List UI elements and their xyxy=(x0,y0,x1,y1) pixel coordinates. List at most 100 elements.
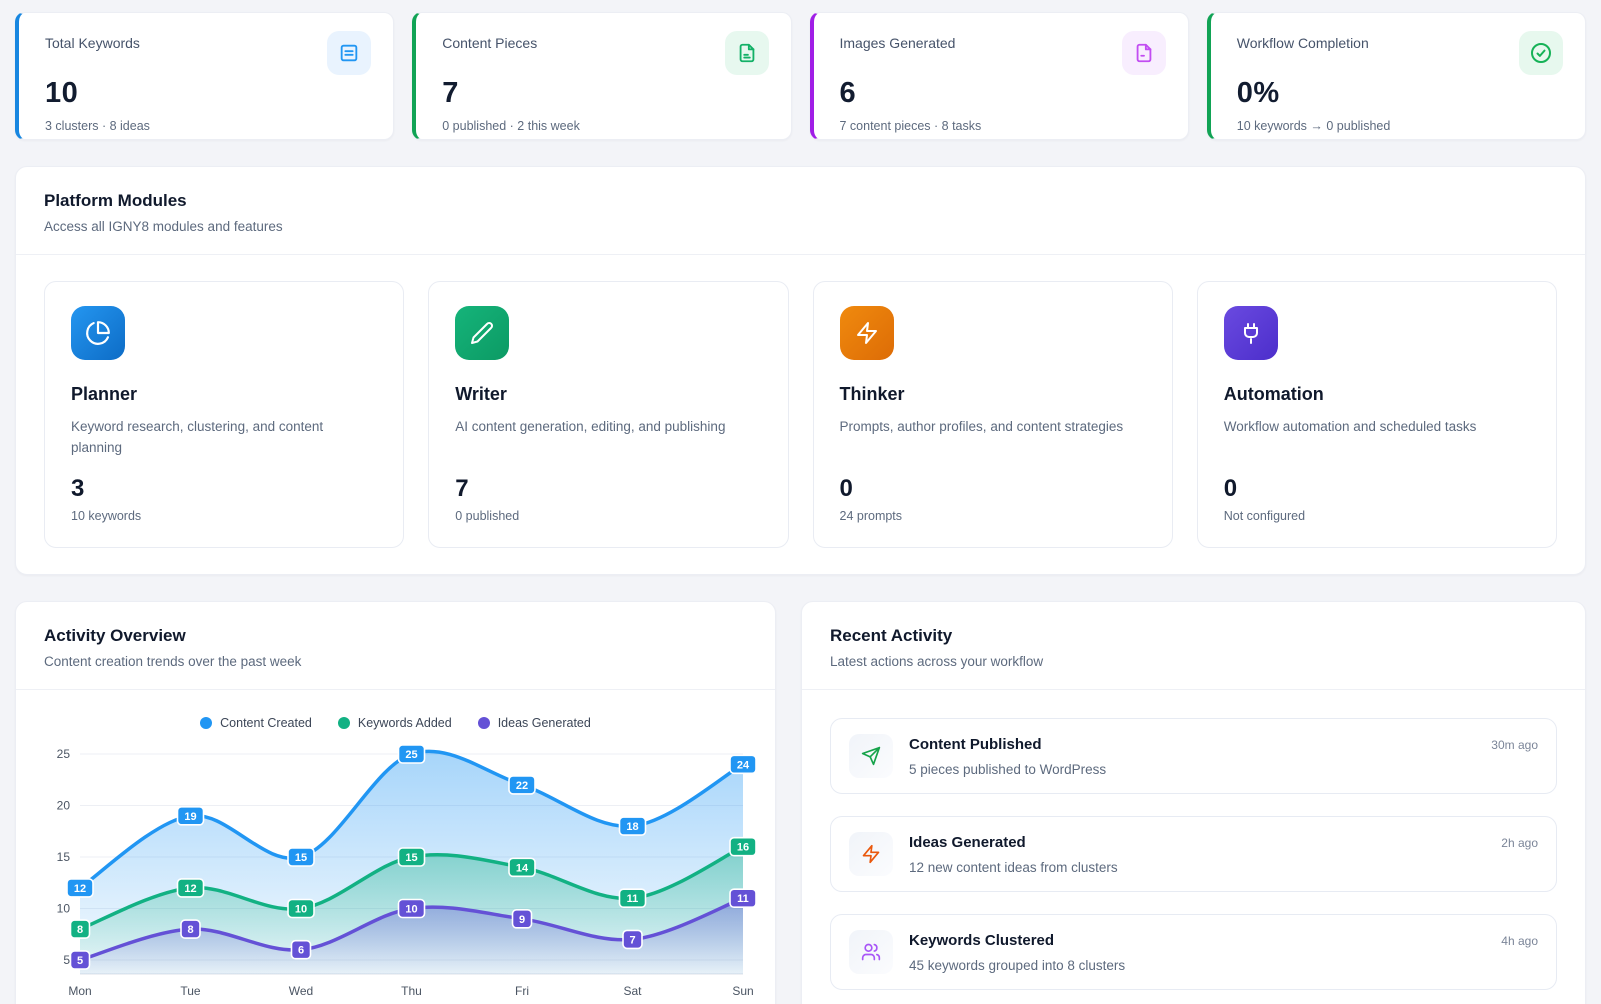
svg-text:Tue: Tue xyxy=(180,984,201,998)
stat-label: Total Keywords xyxy=(45,31,140,51)
activity-item-ideas-generated[interactable]: Ideas Generated 12 new content ideas fro… xyxy=(830,816,1557,892)
activity-item-keywords-clustered[interactable]: Keywords Clustered 45 keywords grouped i… xyxy=(830,914,1557,990)
section-subtitle: Content creation trends over the past we… xyxy=(44,654,747,669)
module-description: Keyword research, clustering, and conten… xyxy=(71,417,377,459)
module-card-writer[interactable]: Writer AI content generation, editing, a… xyxy=(428,281,788,548)
module-description: Prompts, author profiles, and content st… xyxy=(840,417,1146,459)
send-icon xyxy=(849,734,893,778)
module-description: Workflow automation and scheduled tasks xyxy=(1224,417,1530,459)
svg-text:10: 10 xyxy=(295,904,307,916)
svg-text:8: 8 xyxy=(187,924,193,936)
svg-text:5: 5 xyxy=(63,953,70,967)
activity-list: Content Published 5 pieces published to … xyxy=(802,690,1585,1004)
legend-item[interactable]: Content Created xyxy=(200,716,312,730)
list-icon xyxy=(327,31,371,75)
platform-modules-header: Platform Modules Access all IGNY8 module… xyxy=(16,167,1585,255)
module-description: AI content generation, editing, and publ… xyxy=(455,417,761,459)
legend-item[interactable]: Ideas Generated xyxy=(478,716,591,730)
stat-card-workflow-completion: Workflow Completion 0% 10 keywords → 0 p… xyxy=(1207,12,1586,140)
svg-text:12: 12 xyxy=(74,883,86,895)
dashboard-page: Total Keywords 10 3 clusters · 8 ideas C… xyxy=(0,0,1601,1004)
activity-title: Content Published xyxy=(909,736,1475,753)
activity-title: Ideas Generated xyxy=(909,834,1485,851)
svg-text:Sun: Sun xyxy=(732,984,753,998)
svg-text:25: 25 xyxy=(405,749,417,761)
module-subtext: 10 keywords xyxy=(71,509,377,523)
activity-description: 12 new content ideas from clusters xyxy=(909,860,1485,875)
module-name: Thinker xyxy=(840,384,1146,405)
stat-value: 10 xyxy=(45,77,371,110)
chart-legend: Content Created Keywords Added Ideas Gener… xyxy=(40,708,751,742)
stat-subtext: 10 keywords → 0 published xyxy=(1237,119,1563,133)
activity-overview-header: Activity Overview Content creation trend… xyxy=(16,602,775,690)
legend-item[interactable]: Keywords Added xyxy=(338,716,452,730)
module-subtext: Not configured xyxy=(1224,509,1530,523)
svg-text:15: 15 xyxy=(295,852,307,864)
recent-activity-section: Recent Activity Latest actions across yo… xyxy=(801,601,1586,1004)
section-title: Recent Activity xyxy=(830,626,1557,646)
module-card-planner[interactable]: Planner Keyword research, clustering, an… xyxy=(44,281,404,548)
lightning-icon xyxy=(849,832,893,876)
stat-subtext: 0 published · 2 this week xyxy=(442,119,768,133)
stat-value: 7 xyxy=(442,77,768,110)
section-subtitle: Access all IGNY8 modules and features xyxy=(44,219,1557,234)
stat-card-total-keywords: Total Keywords 10 3 clusters · 8 ideas xyxy=(15,12,394,140)
svg-text:11: 11 xyxy=(627,893,639,905)
activity-description: 5 pieces published to WordPress xyxy=(909,762,1475,777)
chart-body: Content Created Keywords Added Ideas Gener… xyxy=(16,690,775,1004)
module-card-automation[interactable]: Automation Workflow automation and sched… xyxy=(1197,281,1557,548)
stat-subtext: 3 clusters · 8 ideas xyxy=(45,119,371,133)
module-card-thinker[interactable]: Thinker Prompts, author profiles, and co… xyxy=(813,281,1173,548)
stat-card-content-pieces: Content Pieces 7 0 published · 2 this we… xyxy=(412,12,791,140)
activity-item-content-published[interactable]: Content Published 5 pieces published to … xyxy=(830,718,1557,794)
file-text-icon xyxy=(725,31,769,75)
svg-text:11: 11 xyxy=(737,893,749,905)
svg-text:10: 10 xyxy=(57,902,71,916)
legend-label: Keywords Added xyxy=(358,716,452,730)
file-icon xyxy=(1122,31,1166,75)
legend-dot xyxy=(200,717,212,729)
svg-text:8: 8 xyxy=(77,924,83,936)
svg-text:22: 22 xyxy=(516,780,528,792)
stat-subtext: 7 content pieces · 8 tasks xyxy=(840,119,1166,133)
activity-timestamp: 30m ago xyxy=(1491,734,1538,752)
legend-label: Content Created xyxy=(220,716,312,730)
plug-icon xyxy=(1224,306,1278,360)
module-value: 7 xyxy=(455,475,761,503)
bottom-row: Activity Overview Content creation trend… xyxy=(15,575,1586,1004)
legend-dot xyxy=(478,717,490,729)
svg-text:Mon: Mon xyxy=(68,984,91,998)
pie-chart-icon xyxy=(71,306,125,360)
legend-dot xyxy=(338,717,350,729)
activity-description: 45 keywords grouped into 8 clusters xyxy=(909,958,1485,973)
section-subtitle: Latest actions across your workflow xyxy=(830,654,1557,669)
activity-timestamp: 4h ago xyxy=(1501,930,1538,948)
svg-text:20: 20 xyxy=(57,799,71,813)
svg-text:12: 12 xyxy=(184,883,196,895)
stat-value: 0% xyxy=(1237,77,1563,110)
pencil-icon xyxy=(455,306,509,360)
stat-label: Workflow Completion xyxy=(1237,31,1369,51)
svg-text:14: 14 xyxy=(516,862,529,874)
svg-text:Fri: Fri xyxy=(515,984,529,998)
legend-label: Ideas Generated xyxy=(498,716,591,730)
module-value: 0 xyxy=(1224,475,1530,503)
module-subtext: 24 prompts xyxy=(840,509,1146,523)
svg-text:25: 25 xyxy=(57,747,71,761)
svg-text:Wed: Wed xyxy=(289,984,313,998)
svg-text:24: 24 xyxy=(737,759,750,771)
svg-text:10: 10 xyxy=(405,904,417,916)
stat-value: 6 xyxy=(840,77,1166,110)
svg-text:16: 16 xyxy=(737,842,749,854)
svg-text:5: 5 xyxy=(77,955,83,967)
lightning-icon xyxy=(840,306,894,360)
module-value: 3 xyxy=(71,475,377,503)
activity-chart: 510152025MonTueWedThuFriSatSun1219152522… xyxy=(40,742,753,1004)
recent-activity-header: Recent Activity Latest actions across yo… xyxy=(802,602,1585,690)
stat-label: Images Generated xyxy=(840,31,956,51)
activity-title: Keywords Clustered xyxy=(909,932,1485,949)
svg-text:7: 7 xyxy=(629,934,635,946)
activity-timestamp: 2h ago xyxy=(1501,832,1538,850)
modules-grid: Planner Keyword research, clustering, an… xyxy=(16,255,1585,574)
users-icon xyxy=(849,930,893,974)
